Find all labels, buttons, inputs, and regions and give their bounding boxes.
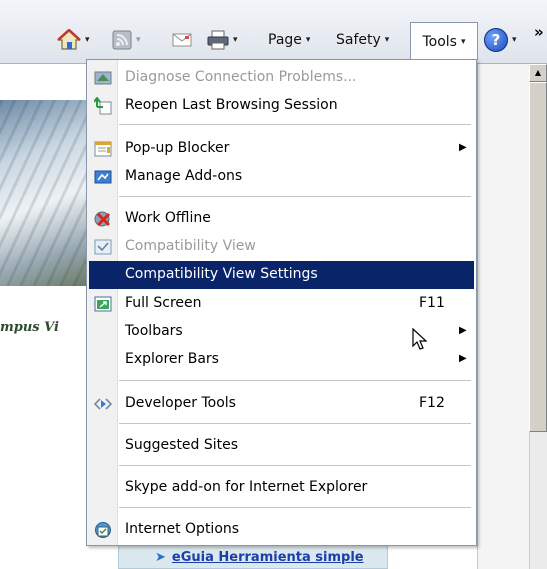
offline-icon xyxy=(94,211,111,227)
devtools-icon xyxy=(94,398,112,410)
help-dropdown-arrow[interactable]: ▾ xyxy=(512,35,517,45)
tools-dropdown-arrow: ▾ xyxy=(460,36,466,47)
menu-item-reopen-session[interactable]: Reopen Last Browsing Session xyxy=(89,92,474,120)
submenu-arrow-icon: ▶ xyxy=(459,325,467,336)
menu-item-manage-addons[interactable]: Manage Add-ons xyxy=(89,163,474,191)
menu-separator xyxy=(119,465,471,466)
print-button[interactable]: ▾ xyxy=(207,26,238,54)
campus-heading-text: mpus Vi xyxy=(0,320,59,335)
home-dropdown-arrow[interactable]: ▾ xyxy=(85,35,90,45)
webpage-right-area xyxy=(477,64,530,569)
safety-menu-button[interactable]: Safety ▾ xyxy=(336,26,389,54)
compat-icon xyxy=(94,239,112,255)
menu-separator xyxy=(119,423,471,424)
feeds-button[interactable]: ▾ xyxy=(112,26,141,54)
toolbar-overflow-button[interactable]: » xyxy=(534,18,544,46)
menu-item-internet-options[interactable]: Internet Options xyxy=(89,516,474,544)
menu-item-full-screen[interactable]: Full Screen F11 xyxy=(89,290,474,318)
menu-item-label: Reopen Last Browsing Session xyxy=(125,97,338,113)
shortcut-label: F12 xyxy=(419,395,445,411)
menu-item-popup-blocker[interactable]: Pop-up Blocker ▶ xyxy=(89,135,474,163)
popup-blocker-icon xyxy=(94,141,112,157)
tools-menu-button[interactable]: Tools ▾ xyxy=(410,22,478,60)
menu-item-label: Full Screen xyxy=(125,295,202,311)
menu-item-label: Suggested Sites xyxy=(125,437,239,453)
feeds-icon xyxy=(112,30,132,50)
menu-item-label: Developer Tools xyxy=(125,395,236,411)
mail-button[interactable] xyxy=(172,26,192,54)
safety-menu-label: Safety xyxy=(336,32,381,48)
command-bar: ▾ ▾ ▾ Page ▾ Safety ▾ Tools ▾ ? ▾ » xyxy=(0,0,547,64)
help-button[interactable]: ? ▾ xyxy=(484,26,517,54)
page-menu-label: Page xyxy=(268,32,302,48)
menu-item-label: Skype add-on for Internet Explorer xyxy=(125,479,368,495)
options-icon xyxy=(95,522,111,538)
page-menu-button[interactable]: Page ▾ xyxy=(268,26,310,54)
arrow-right-icon: ➤ xyxy=(155,549,166,565)
page-dropdown-arrow: ▾ xyxy=(305,35,311,45)
mouse-cursor-icon xyxy=(412,328,428,350)
submenu-arrow-icon: ▶ xyxy=(459,142,467,153)
menu-item-developer-tools[interactable]: Developer Tools F12 xyxy=(89,390,474,418)
safety-dropdown-arrow: ▾ xyxy=(384,35,390,45)
print-dropdown-arrow[interactable]: ▾ xyxy=(233,35,238,45)
menu-separator xyxy=(119,124,471,125)
help-icon: ? xyxy=(484,28,508,52)
diagnose-icon xyxy=(94,71,112,85)
menu-item-label: Compatibility View xyxy=(125,238,256,254)
menu-separator xyxy=(119,507,471,508)
addons-icon xyxy=(94,170,112,184)
eguia-banner: ➤ eGuia Herramienta simple xyxy=(118,545,388,569)
menu-item-label: Diagnose Connection Problems... xyxy=(125,69,357,85)
menu-item-diagnose-connection[interactable]: Diagnose Connection Problems... xyxy=(89,64,474,92)
menu-item-work-offline[interactable]: Work Offline xyxy=(89,205,474,233)
scrollbar-thumb[interactable] xyxy=(529,82,547,432)
scroll-up-arrow-icon[interactable]: ▲ xyxy=(529,64,547,82)
printer-icon xyxy=(207,30,229,50)
menu-item-label: Manage Add-ons xyxy=(125,168,243,184)
home-icon xyxy=(57,29,81,50)
reopen-icon xyxy=(94,97,112,115)
eguia-link[interactable]: eGuia Herramienta simple xyxy=(172,550,364,565)
submenu-arrow-icon: ▶ xyxy=(459,353,467,364)
menu-separator xyxy=(119,380,471,381)
fullscreen-icon xyxy=(94,296,112,312)
menu-item-label: Work Offline xyxy=(125,210,211,226)
campus-photo xyxy=(0,100,86,286)
menu-item-label: Explorer Bars xyxy=(125,351,219,367)
menu-separator xyxy=(119,196,471,197)
home-button[interactable]: ▾ xyxy=(57,26,90,54)
menu-item-label: Toolbars xyxy=(125,323,183,339)
tools-menu-label: Tools xyxy=(422,33,457,50)
menu-item-label: Compatibility View Settings xyxy=(125,266,318,282)
chevron-overflow-icon: » xyxy=(534,23,544,41)
mail-icon xyxy=(172,33,192,47)
menu-item-label: Internet Options xyxy=(125,521,240,537)
menu-item-compatibility-view[interactable]: Compatibility View xyxy=(89,233,474,261)
feeds-dropdown-arrow[interactable]: ▾ xyxy=(136,35,141,45)
menu-item-skype-addon[interactable]: Skype add-on for Internet Explorer xyxy=(89,474,474,502)
menu-item-suggested-sites[interactable]: Suggested Sites xyxy=(89,432,474,460)
tools-dropdown-menu: Diagnose Connection Problems... Reopen L… xyxy=(86,59,477,546)
shortcut-label: F11 xyxy=(419,295,445,311)
menu-item-compatibility-view-settings[interactable]: Compatibility View Settings xyxy=(89,261,474,289)
menu-item-label: Pop-up Blocker xyxy=(125,140,230,156)
